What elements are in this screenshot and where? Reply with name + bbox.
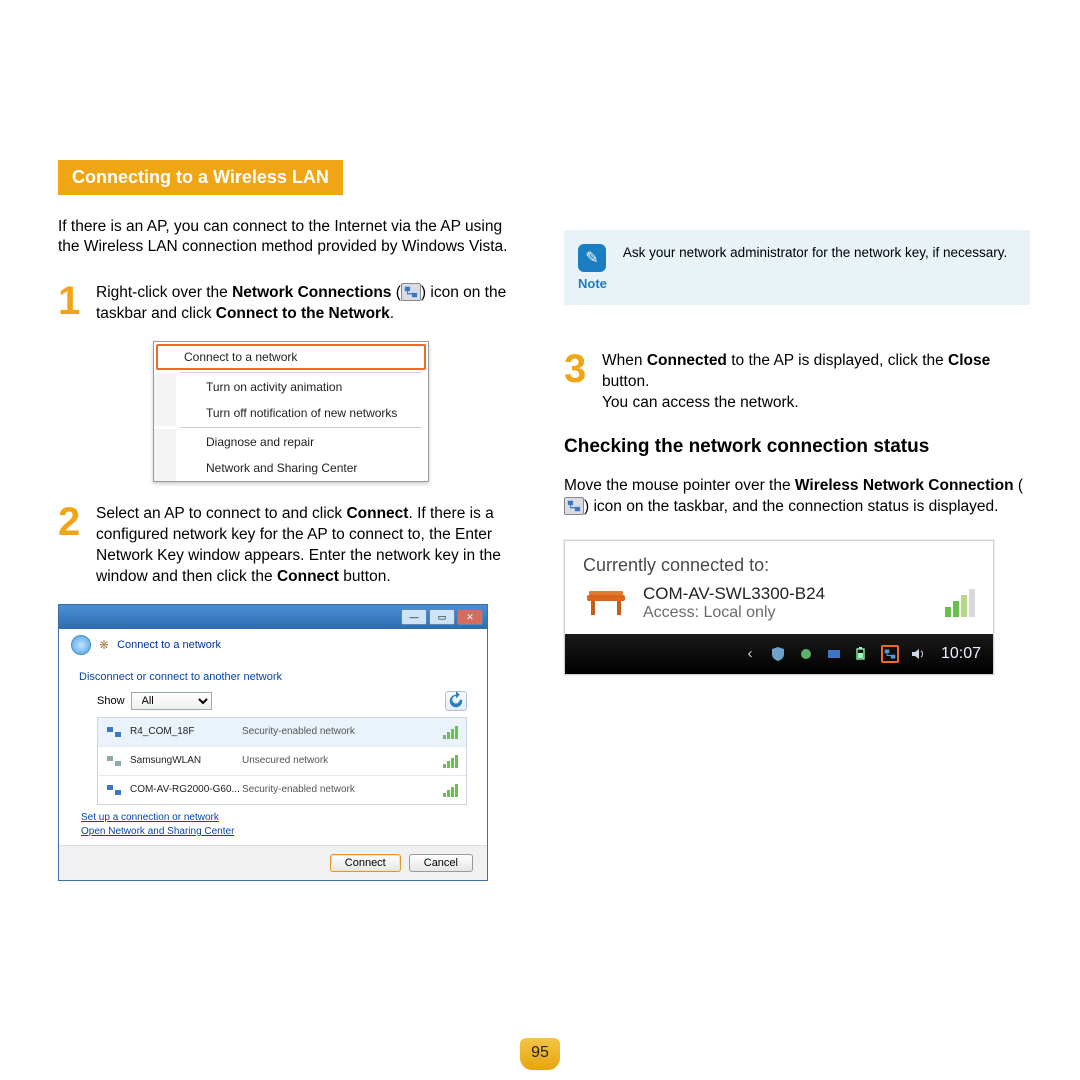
- cancel-button[interactable]: Cancel: [409, 854, 473, 872]
- step-number: 3: [564, 351, 594, 387]
- taskbar: ‹ 10:07: [565, 634, 993, 674]
- refresh-button[interactable]: [445, 691, 467, 711]
- chevron-left-icon[interactable]: ‹: [741, 645, 759, 663]
- step-number: 2: [58, 504, 88, 540]
- connection-tooltip-screenshot: Currently connected to: COM-AV-SWL3300-B…: [564, 540, 994, 675]
- maximize-button[interactable]: ▭: [429, 609, 455, 625]
- text: When: [602, 352, 647, 369]
- wireless-connection-icon: [564, 497, 584, 515]
- text-bold: Network Connections: [232, 284, 391, 301]
- menu-separator: [180, 372, 422, 373]
- open-sharing-center-link[interactable]: Open Network and Sharing Center: [81, 825, 467, 839]
- menu-separator: [180, 427, 422, 428]
- text-bold: Connected: [647, 352, 727, 369]
- dialog-title: Connect to a network: [117, 639, 221, 651]
- battery-icon[interactable]: [853, 645, 871, 663]
- connect-button[interactable]: Connect: [330, 854, 401, 872]
- menu-item-connect-to-network[interactable]: Connect to a network: [156, 344, 426, 370]
- signal-strength-icon: [941, 589, 975, 617]
- network-icon: [106, 782, 122, 798]
- volume-icon[interactable]: [909, 645, 927, 663]
- wireless-connection-tray-icon[interactable]: [881, 645, 899, 663]
- network-row[interactable]: R4_COM_18F Security-enabled network: [98, 718, 466, 747]
- text-bold: Connect: [277, 568, 339, 585]
- text: ) icon on the taskbar, and the connectio…: [584, 498, 998, 515]
- network-security: Unsecured network: [242, 755, 439, 766]
- step-1: 1 Right-click over the Network Connectio…: [58, 283, 524, 325]
- note-box: ✎ Note Ask your network administrator fo…: [564, 230, 1030, 305]
- network-connections-icon: [401, 283, 421, 301]
- show-label: Show: [97, 695, 125, 707]
- step-number: 1: [58, 283, 88, 319]
- tooltip-title: Currently connected to:: [583, 555, 975, 576]
- setup-connection-link[interactable]: Set up a connection or network: [81, 811, 467, 825]
- show-select[interactable]: All: [131, 692, 212, 710]
- signal-icon: [443, 725, 458, 739]
- text: button.: [602, 373, 649, 390]
- network-icon: [106, 753, 122, 769]
- text: Right-click over the: [96, 284, 232, 301]
- dialog-header: ❋ Connect to a network: [59, 629, 487, 661]
- text-bold: Connect to the Network: [216, 305, 390, 322]
- network-row[interactable]: COM-AV-RG2000-G60... Security-enabled ne…: [98, 776, 466, 804]
- text: Select an AP to connect to and click: [96, 505, 346, 522]
- menu-item-activity-animation[interactable]: Turn on activity animation: [154, 374, 428, 400]
- paragraph: Move the mouse pointer over the Wireless…: [564, 476, 1030, 518]
- network-name: SamsungWLAN: [130, 755, 242, 766]
- menu-item-diagnose[interactable]: Diagnose and repair: [154, 429, 428, 455]
- network-icon: [106, 724, 122, 740]
- network-security: Security-enabled network: [242, 726, 439, 737]
- text: You can access the network.: [602, 393, 1030, 414]
- text-bold: Wireless Network Connection: [795, 477, 1014, 494]
- signal-icon: [443, 783, 458, 797]
- text: (: [1014, 477, 1023, 494]
- network-security: Security-enabled network: [242, 784, 439, 795]
- network-name: COM-AV-RG2000-G60...: [130, 784, 242, 795]
- section-title: Connecting to a Wireless LAN: [58, 160, 343, 195]
- context-menu: Connect to a network Turn on activity an…: [153, 341, 429, 482]
- taskbar-clock[interactable]: 10:07: [941, 645, 981, 663]
- menu-item-notification[interactable]: Turn off notification of new networks: [154, 400, 428, 426]
- close-button[interactable]: ✕: [457, 609, 483, 625]
- text: button.: [339, 568, 391, 585]
- signal-icon: [443, 754, 458, 768]
- security-icon[interactable]: [769, 645, 787, 663]
- note-text: Ask your network administrator for the n…: [623, 244, 1007, 262]
- text: (: [391, 284, 400, 301]
- text: .: [390, 305, 394, 322]
- text: to the AP is displayed, click the: [727, 352, 948, 369]
- tooltip-access: Access: Local only: [643, 604, 825, 622]
- network-row[interactable]: SamsungWLAN Unsecured network: [98, 747, 466, 776]
- wizard-icon: ❋: [99, 638, 109, 652]
- note-label: Note: [578, 276, 607, 291]
- network-list: R4_COM_18F Security-enabled network Sams…: [97, 717, 467, 805]
- tray-icon[interactable]: [797, 645, 815, 663]
- text-bold: Connect: [346, 505, 408, 522]
- text-bold: Close: [948, 352, 990, 369]
- page-number: 95: [520, 1038, 560, 1070]
- connect-dialog: — ▭ ✕ ❋ Connect to a network Disconnect …: [58, 604, 488, 881]
- note-icon: ✎: [578, 244, 606, 272]
- bench-icon: [583, 585, 629, 621]
- minimize-button[interactable]: —: [401, 609, 427, 625]
- back-button[interactable]: [71, 635, 91, 655]
- network-name: R4_COM_18F: [130, 726, 242, 737]
- step-3: 3 When Connected to the AP is displayed,…: [564, 351, 1030, 414]
- tooltip-network-name: COM-AV-SWL3300-B24: [643, 584, 825, 604]
- menu-item-sharing-center[interactable]: Network and Sharing Center: [154, 455, 428, 481]
- dialog-heading: Disconnect or connect to another network: [79, 671, 467, 683]
- dialog-titlebar: — ▭ ✕: [59, 605, 487, 629]
- intro-text: If there is an AP, you can connect to th…: [58, 217, 524, 257]
- tray-icon[interactable]: [825, 645, 843, 663]
- step-2: 2 Select an AP to connect to and click C…: [58, 504, 524, 588]
- text: Move the mouse pointer over the: [564, 477, 795, 494]
- sub-heading: Checking the network connection status: [564, 436, 1030, 458]
